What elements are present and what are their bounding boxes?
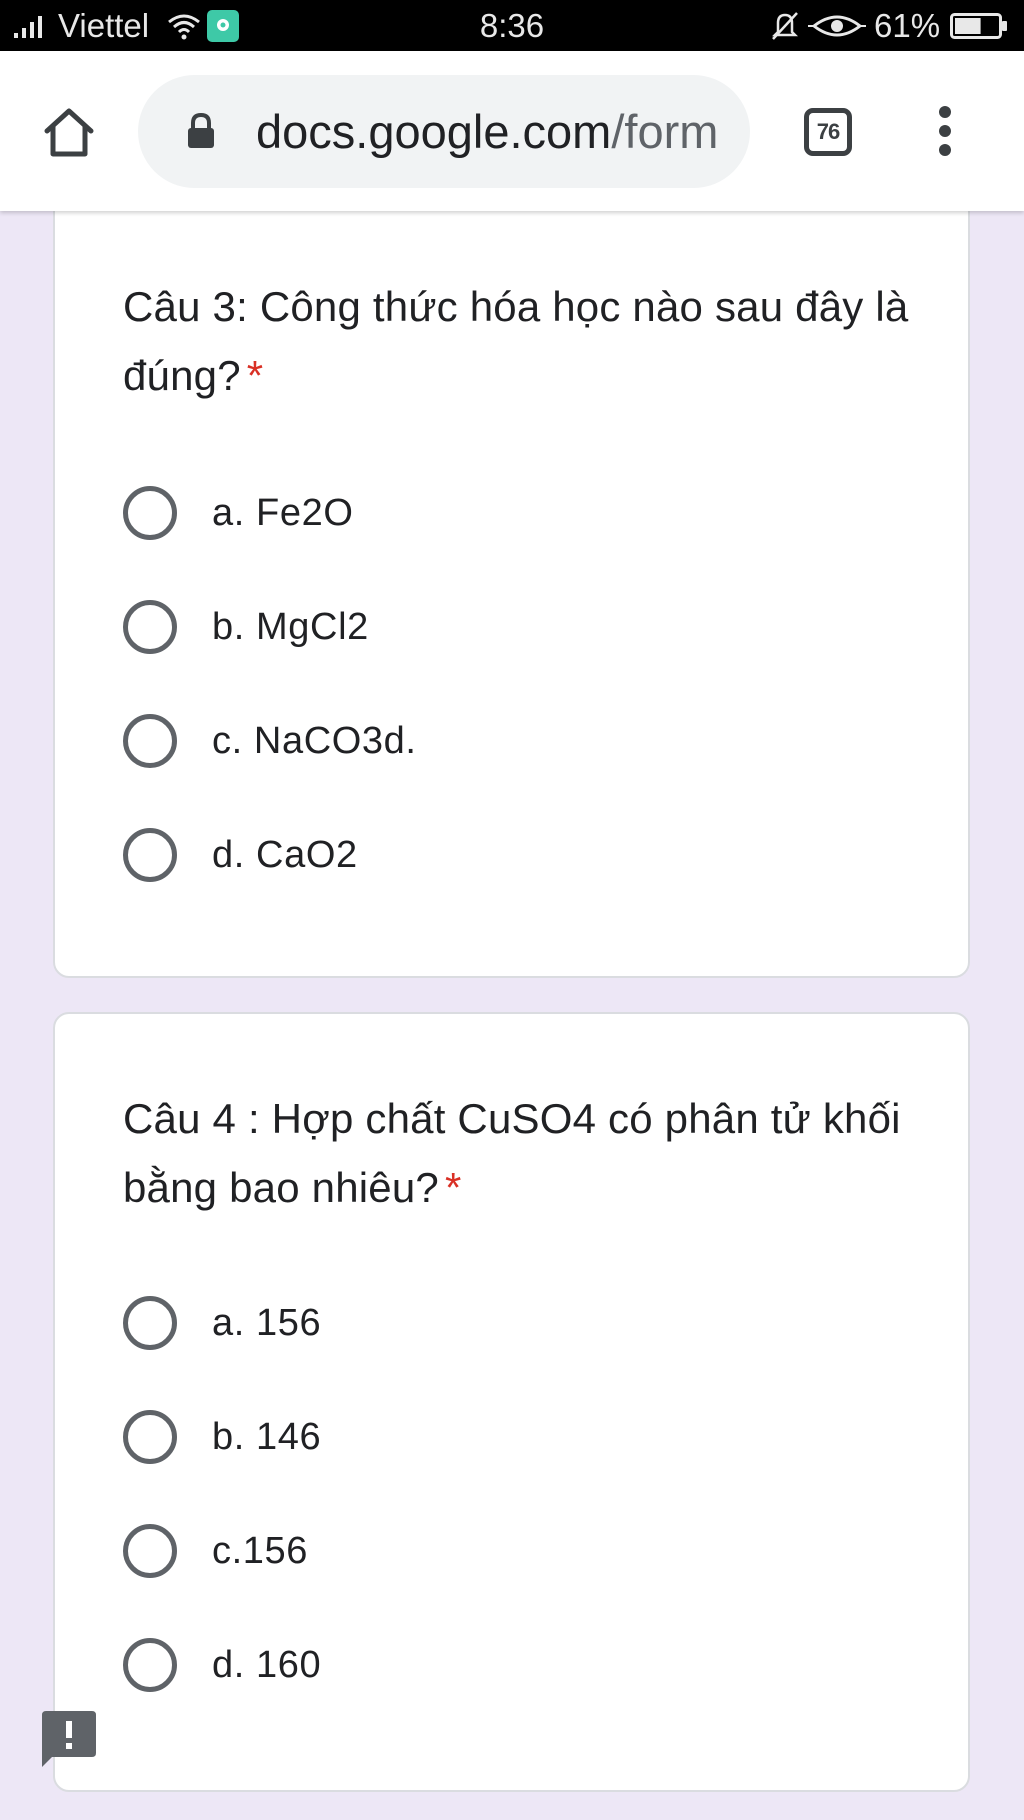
- menu-dot-icon: [939, 125, 951, 137]
- radio-option[interactable]: a. Fe2O: [123, 481, 883, 545]
- radio-button[interactable]: [123, 600, 177, 654]
- menu-dot-icon: [939, 106, 951, 118]
- radio-button[interactable]: [123, 1410, 177, 1464]
- menu-dot-icon: [939, 144, 951, 156]
- url-domain: docs.google.com: [256, 105, 612, 158]
- status-bar: Viettel 8:36 61%: [0, 0, 1024, 51]
- question-card: Câu 4 : Hợp chất CuSO4 có phân tử khối b…: [53, 1012, 970, 1792]
- browser-toolbar: docs.google.com/form 76: [0, 51, 1024, 211]
- option-label: c. NaCO3d.: [212, 719, 417, 762]
- overflow-menu-button[interactable]: [930, 106, 960, 156]
- option-label: b. 146: [212, 1415, 322, 1458]
- required-asterisk: *: [246, 352, 264, 399]
- option-label: d. 160: [212, 1643, 322, 1686]
- question-title: Câu 3: Công thức hóa học nào sau đây là …: [123, 272, 923, 410]
- option-label: a. Fe2O: [212, 491, 354, 534]
- home-button[interactable]: [38, 101, 100, 163]
- option-label: c.156: [212, 1529, 308, 1572]
- option-label: a. 156: [212, 1301, 322, 1344]
- required-asterkisk: *: [444, 1164, 462, 1211]
- radio-option[interactable]: a. 156: [123, 1291, 883, 1355]
- option-label: b. MgCl2: [212, 605, 369, 648]
- feedback-icon: [42, 1711, 96, 1767]
- radio-option[interactable]: b. 146: [123, 1405, 883, 1469]
- address-bar[interactable]: docs.google.com/form: [138, 75, 750, 188]
- lock-icon: [188, 112, 214, 148]
- radio-button[interactable]: [123, 828, 177, 882]
- url-text: docs.google.com/form: [256, 75, 718, 188]
- tab-switcher-button[interactable]: 76: [804, 108, 852, 156]
- radio-button[interactable]: [123, 486, 177, 540]
- question-text: Câu 4 : Hợp chất CuSO4 có phân tử khối b…: [123, 1095, 901, 1211]
- url-path: /form: [611, 105, 719, 158]
- radio-button[interactable]: [123, 1296, 177, 1350]
- radio-option[interactable]: b. MgCl2: [123, 595, 883, 659]
- question-title: Câu 4 : Hợp chất CuSO4 có phân tử khối b…: [123, 1084, 923, 1222]
- eye-comfort-icon: [808, 0, 866, 51]
- radio-button[interactable]: [123, 1638, 177, 1692]
- radio-option[interactable]: d. 160: [123, 1633, 883, 1697]
- radio-option[interactable]: c.156: [123, 1519, 883, 1583]
- radio-button[interactable]: [123, 1524, 177, 1578]
- question-text: Câu 3: Công thức hóa học nào sau đây là …: [123, 283, 909, 399]
- bell-off-icon: [770, 0, 800, 51]
- report-abuse-button[interactable]: [38, 1709, 100, 1771]
- home-icon: [44, 108, 94, 157]
- clock: 8:36: [479, 6, 545, 44]
- battery-percentage: 61%: [874, 6, 941, 44]
- question-card: Câu 3: Công thức hóa học nào sau đây là …: [53, 180, 970, 978]
- battery-icon: [950, 0, 1008, 51]
- option-label: d. CaO2: [212, 833, 358, 876]
- radio-option[interactable]: c. NaCO3d.: [123, 709, 883, 773]
- radio-option[interactable]: d. CaO2: [123, 823, 883, 887]
- radio-button[interactable]: [123, 714, 177, 768]
